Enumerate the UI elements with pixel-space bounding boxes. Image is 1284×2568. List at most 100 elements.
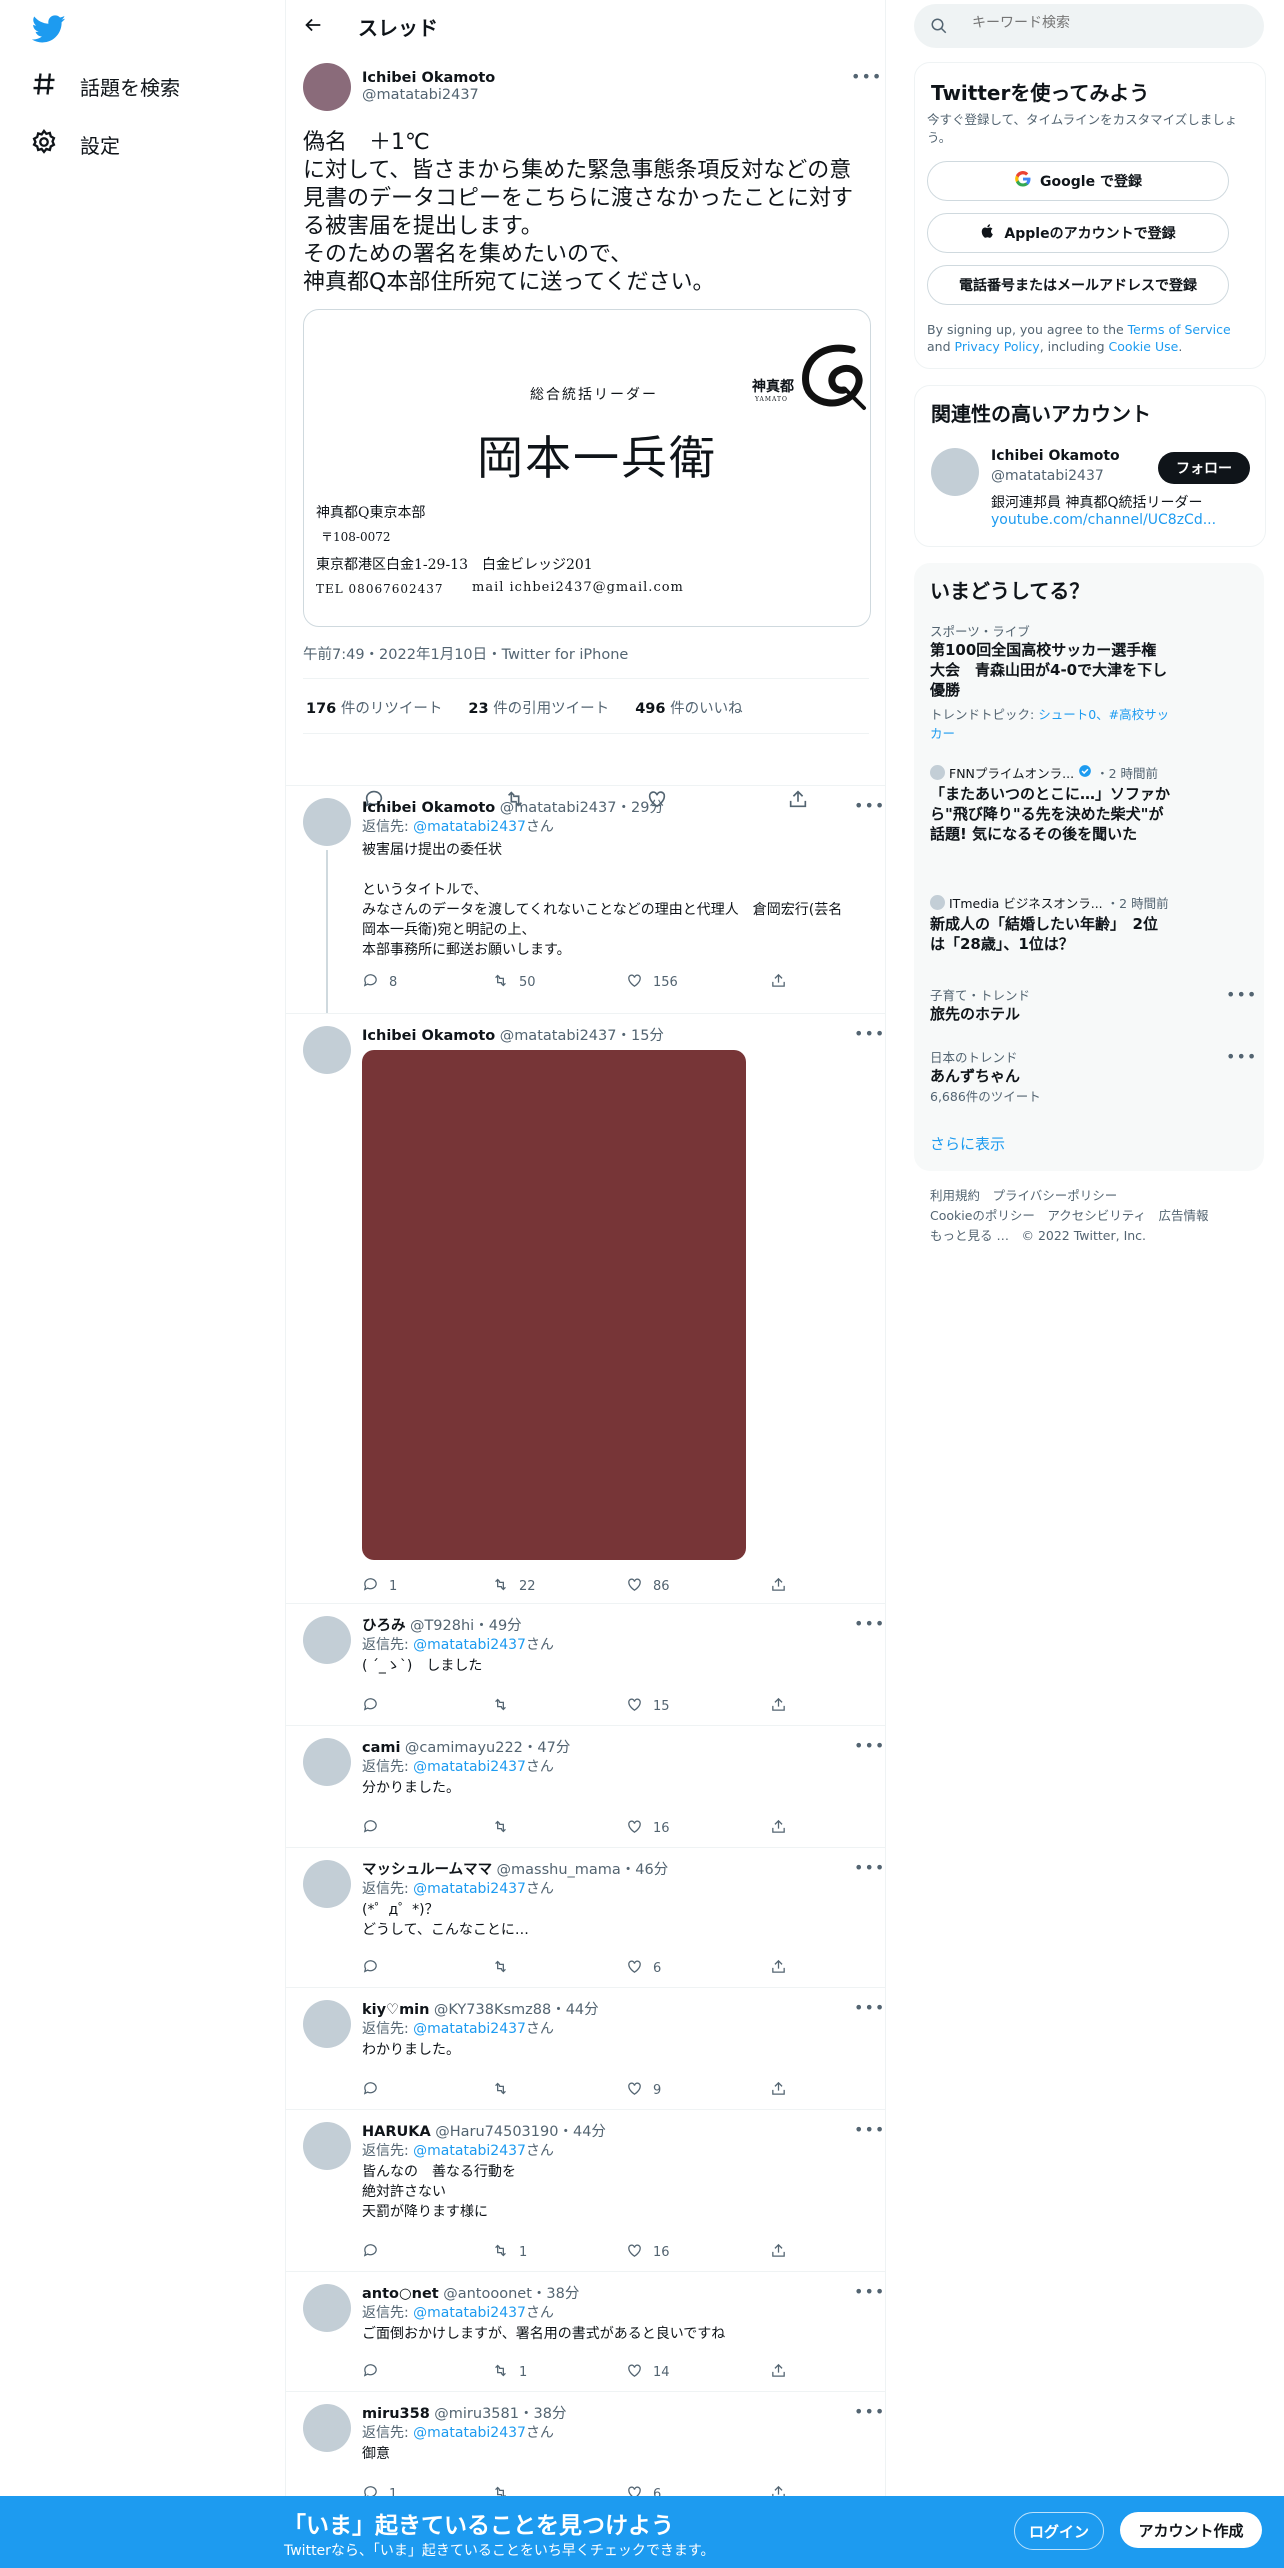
reply-tweet[interactable]: ひろみ @T928hi・49分 ••• 返信先: @matatabi2437さん ( … <box>286 1603 885 1726</box>
tweet-timestamp[interactable]: 午前7:49・2022年1月10日・Twitter for iPhone <box>303 643 628 664</box>
reply-button[interactable] <box>362 1696 389 1717</box>
retweet-button[interactable] <box>492 1696 519 1717</box>
avatar[interactable] <box>303 798 351 846</box>
back-arrow-icon[interactable] <box>302 14 328 40</box>
author-name[interactable]: ひろみ <box>362 1618 406 1634</box>
reply-time[interactable]: ・38分 <box>519 2406 566 2422</box>
reply-to-link[interactable]: @matatabi2437 <box>413 1637 526 1653</box>
reply-tweet[interactable]: miru358 @miru3581・38分 ••• 返信先: @matatabi24… <box>286 2391 885 2502</box>
tweet-image[interactable] <box>362 1050 746 1560</box>
more-options-icon[interactable]: ••• <box>851 67 882 86</box>
more-options-icon[interactable]: ••• <box>854 2402 885 2421</box>
author-handle[interactable]: @masshu_mama <box>497 1862 621 1878</box>
avatar[interactable] <box>303 63 351 111</box>
retweet-button[interactable]: 50 <box>492 972 536 993</box>
reply-time[interactable]: ・44分 <box>551 2002 598 2018</box>
like-count[interactable]: 496 件のいいね <box>635 697 742 718</box>
privacy-link[interactable]: Privacy Policy <box>955 339 1040 354</box>
retweet-button[interactable]: 1 <box>492 2362 527 2383</box>
reply-to-link[interactable]: @matatabi2437 <box>413 1881 526 1897</box>
share-button[interactable] <box>770 972 787 993</box>
share-button[interactable] <box>770 1958 787 1979</box>
avatar[interactable] <box>303 1616 351 1664</box>
author-name[interactable]: anto○net <box>362 2286 439 2302</box>
share-button[interactable] <box>770 1576 787 1597</box>
more-options-icon[interactable]: ••• <box>854 1858 885 1877</box>
reply-time[interactable]: ・38分 <box>532 2286 579 2302</box>
news-item[interactable]: FNNプライムオンラ... ・2 時間前 「またあいつのとこに…」ソファから"飛… <box>930 763 1240 844</box>
avatar[interactable] <box>303 1026 351 1074</box>
reply-to-link[interactable]: @matatabi2437 <box>413 2143 526 2159</box>
reply-button[interactable]: 1 <box>362 1576 397 1597</box>
author-handle[interactable]: @Haru74503190 <box>435 2124 558 2140</box>
reply-button[interactable] <box>362 2362 389 2383</box>
search-input[interactable] <box>970 14 1244 32</box>
retweet-button[interactable] <box>492 2080 519 2101</box>
related-account-handle[interactable]: @matatabi2437 <box>991 468 1104 484</box>
more-options-icon[interactable]: ••• <box>1226 1047 1257 1066</box>
avatar[interactable] <box>303 2404 351 2452</box>
more-options-icon[interactable]: ••• <box>854 1614 885 1633</box>
like-button[interactable]: 9 <box>626 2080 661 2101</box>
retweet-button[interactable] <box>492 1958 519 1979</box>
reply-tweet[interactable]: anto○net @antooonet・38分 ••• 返信先: @matatabi… <box>286 2271 885 2392</box>
reply-time[interactable]: ・46分 <box>621 1862 668 1878</box>
terms-link[interactable]: Terms of Service <box>1128 322 1231 337</box>
like-button[interactable]: 15 <box>626 1696 670 1717</box>
like-button[interactable]: 14 <box>626 2362 670 2383</box>
related-account-link[interactable]: youtube.com/channel/UC8zCd... <box>991 512 1216 528</box>
search-box[interactable] <box>914 4 1264 48</box>
author-name[interactable]: kiy♡min <box>362 2002 429 2018</box>
show-more-link[interactable]: さらに表示 <box>930 1133 1005 1154</box>
avatar[interactable] <box>303 1738 351 1786</box>
like-button[interactable]: 16 <box>626 2242 670 2263</box>
google-signup-button[interactable]: Google で登録 <box>927 161 1229 201</box>
share-button[interactable] <box>770 2080 787 2101</box>
reply-tweet[interactable]: マッシュルームママ @masshu_mama・46分 ••• 返信先: @matat… <box>286 1847 885 1988</box>
cookie-link[interactable]: Cookie Use <box>1109 339 1179 354</box>
related-account-name[interactable]: Ichibei Okamoto <box>991 448 1120 464</box>
retweet-count[interactable]: 176 件のリツイート <box>306 697 442 718</box>
avatar[interactable] <box>303 2284 351 2332</box>
author-handle[interactable]: @miru3581 <box>434 2406 519 2422</box>
more-options-icon[interactable]: ••• <box>854 796 885 815</box>
author-handle[interactable]: @matatabi2437 <box>500 1028 617 1044</box>
reply-time[interactable]: ・49分 <box>474 1618 521 1634</box>
more-options-icon[interactable]: ••• <box>1226 985 1257 1004</box>
author-handle[interactable]: @camimayu222 <box>405 1740 523 1756</box>
follow-button[interactable]: フォロー <box>1158 452 1250 484</box>
like-button[interactable]: 156 <box>626 972 678 993</box>
retweet-button[interactable]: 22 <box>492 1576 536 1597</box>
avatar[interactable] <box>931 448 979 496</box>
avatar[interactable] <box>303 2000 351 2048</box>
author-handle[interactable]: @matatabi2437 <box>500 800 617 816</box>
nav-explore[interactable]: 話題を検索 <box>30 66 180 106</box>
author-name[interactable]: cami <box>362 1740 400 1756</box>
more-options-icon[interactable]: ••• <box>854 2282 885 2301</box>
reply-button[interactable] <box>362 1818 389 1839</box>
phone-email-signup-button[interactable]: 電話番号またはメールアドレスで登録 <box>927 265 1229 305</box>
news-item[interactable]: ITmedia ビジネスオンラ... ・2 時間前 新成人の「結婚したい年齢」 … <box>930 893 1240 954</box>
reply-tweet[interactable]: Ichibei Okamoto @matatabi2437・15分 ••• 1 22 8… <box>286 1013 885 1604</box>
share-button[interactable] <box>770 1696 787 1717</box>
login-button[interactable]: ログイン <box>1014 2512 1104 2550</box>
more-options-icon[interactable]: ••• <box>854 2120 885 2139</box>
like-button[interactable]: 6 <box>626 1958 661 1979</box>
author-name[interactable]: Ichibei Okamoto <box>362 800 495 816</box>
signup-button[interactable]: アカウント作成 <box>1120 2512 1262 2548</box>
trend-item[interactable]: 子育て・トレンド 旅先のホテル ••• <box>930 985 1256 1024</box>
reply-to-link[interactable]: @matatabi2437 <box>413 2425 526 2441</box>
reply-time[interactable]: ・44分 <box>558 2124 605 2140</box>
author-name[interactable]: マッシュルームママ <box>362 1862 492 1878</box>
reply-tweet[interactable]: cami @camimayu222・47分 ••• 返信先: @matatabi24… <box>286 1725 885 1848</box>
like-button[interactable]: 86 <box>626 1576 670 1597</box>
reply-time[interactable]: ・15分 <box>616 1028 663 1044</box>
author-handle[interactable]: @T928hi <box>410 1618 474 1634</box>
reply-to-link[interactable]: @matatabi2437 <box>413 2021 526 2037</box>
footer-links[interactable]: 利用規約 プライバシーポリシー Cookieのポリシー アクセシビリティ 広告情… <box>930 1186 1209 1246</box>
reply-tweet[interactable]: kiy♡min @KY738Ksmz88・44分 ••• 返信先: @matatab… <box>286 1987 885 2110</box>
trend-item[interactable]: スポーツ・ライブ 第100回全国高校サッカー選手権大会 青森山田が4-0で大津を… <box>930 621 1240 742</box>
author-name[interactable]: HARUKA <box>362 2124 431 2140</box>
reply-button[interactable] <box>362 1958 389 1979</box>
twitter-logo-icon[interactable] <box>31 12 66 46</box>
